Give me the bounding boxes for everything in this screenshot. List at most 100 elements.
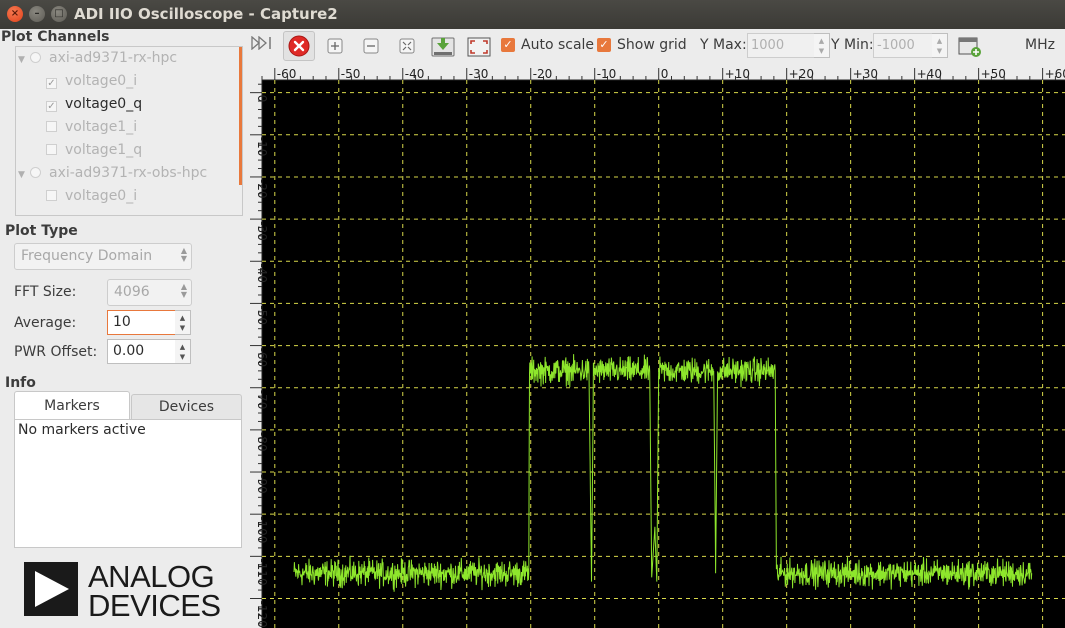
x-tick-label: +20 — [789, 67, 814, 81]
channel-checkbox[interactable] — [46, 144, 57, 155]
markers-info-box: No markers active — [14, 419, 242, 548]
tree-channel-voltage1-i[interactable]: voltage1_i — [46, 116, 137, 138]
zoom-in-button[interactable] — [321, 33, 349, 61]
fft-size-value: 4096 — [114, 284, 150, 300]
maximize-window-button[interactable]: □ — [51, 6, 67, 22]
tree-channel-obs-voltage0-i[interactable]: voltage0_i — [46, 185, 137, 207]
average-stepper[interactable]: ▲ ▼ — [175, 310, 191, 335]
y-tick-label: 0 — [255, 95, 269, 103]
tree-channel-label: voltage0_q — [65, 96, 143, 112]
plot-channels-tree[interactable]: ▼ axi-ad9371-rx-hpc ✓ voltage0_i ✓ voltage0… — [15, 46, 243, 216]
plot-type-heading: Plot Type — [5, 223, 78, 239]
channel-checkbox[interactable]: ✓ — [46, 101, 57, 112]
play-step-icon — [251, 35, 271, 51]
tree-channel-label: voltage0_i — [65, 188, 138, 204]
y-tick-label: -110 — [255, 558, 269, 585]
tab-markers[interactable]: Markers — [14, 391, 130, 420]
updown-icon: ▲ ▼ — [180, 282, 187, 299]
plot-area[interactable]: -60 -50 -40 -30 -20 -10 0 +10 +20 +30 +40 +50 +60 0 -1… — [246, 62, 1065, 628]
minimize-window-button[interactable]: – — [29, 6, 45, 22]
ymin-label: Y Min: — [831, 37, 874, 53]
spectrum-plot[interactable]: -60 -50 -40 -30 -20 -10 0 +10 +20 +30 +40 +50 +60 0 -1… — [246, 62, 1065, 628]
y-tick-label: -10 — [255, 137, 269, 157]
add-plot-icon — [958, 37, 981, 57]
plot-type-value: Frequency Domain — [21, 248, 153, 264]
x-tick-label: 0 — [661, 67, 669, 81]
tree-device-label: axi-ad9371-rx-obs-hpc — [49, 165, 208, 181]
show-grid-checkbox[interactable]: ✓ — [597, 38, 611, 52]
pwr-offset-label: PWR Offset: — [14, 344, 98, 360]
y-tick-label: -120 — [255, 600, 269, 627]
stop-icon — [288, 35, 310, 57]
zoom-fit-icon — [399, 38, 415, 54]
analog-devices-triangle-icon — [24, 562, 78, 616]
x-tick-label: +50 — [981, 67, 1006, 81]
auto-scale-checkbox[interactable]: ✓ — [501, 38, 515, 52]
device-radio[interactable] — [30, 167, 41, 178]
y-tick-label: -40 — [255, 263, 269, 283]
x-tick-label: +40 — [917, 67, 942, 81]
logo-line-1: ANALOG — [88, 559, 215, 594]
expand-arrow-icon[interactable]: ▼ — [18, 164, 30, 186]
plot-type-select[interactable]: Frequency Domain ▲ ▼ — [14, 243, 192, 270]
tree-channel-voltage1-q[interactable]: voltage1_q — [46, 139, 142, 161]
x-tick-label: +10 — [725, 67, 750, 81]
x-tick-label: -40 — [405, 67, 425, 81]
x-tick-label: +30 — [853, 67, 878, 81]
channel-checkbox[interactable] — [46, 190, 57, 201]
y-tick-label: -90 — [255, 474, 269, 494]
tree-device-rx-obs[interactable]: ▼ axi-ad9371-rx-obs-hpc — [18, 162, 207, 184]
x-tick-label: +60 — [1045, 67, 1065, 81]
auto-scale-label: Auto scale — [521, 37, 595, 53]
show-grid-label: Show grid — [617, 37, 687, 53]
channel-checkbox[interactable] — [46, 121, 57, 132]
add-plot-button[interactable] — [956, 33, 984, 61]
step-capture-button[interactable] — [249, 33, 277, 61]
y-tick-label: -60 — [255, 348, 269, 368]
title-bar: × – □ ADI IIO Oscilloscope - Capture2 — [0, 0, 1065, 29]
updown-icon: ▲ ▼ — [180, 246, 187, 263]
average-label: Average: — [14, 315, 77, 331]
save-button[interactable] — [429, 33, 457, 61]
expand-arrow-icon[interactable]: ▼ — [18, 49, 30, 71]
y-tick-label: -30 — [255, 221, 269, 241]
tree-channel-voltage0-q[interactable]: ✓ voltage0_q — [46, 93, 142, 115]
y-tick-label: -50 — [255, 305, 269, 325]
fft-size-label: FFT Size: — [14, 284, 77, 300]
save-icon — [431, 37, 455, 57]
tree-device-rx[interactable]: ▼ axi-ad9371-rx-hpc — [18, 47, 177, 69]
plot-channels-heading: Plot Channels — [1, 29, 110, 45]
zoom-out-icon — [363, 38, 379, 54]
ymin-stepper[interactable]: ▲ ▼ — [932, 33, 948, 58]
ymax-label: Y Max: — [700, 37, 747, 53]
fullscreen-button[interactable] — [465, 33, 493, 61]
plot-background — [262, 80, 1065, 628]
channel-checkbox[interactable]: ✓ — [46, 78, 57, 89]
zoom-fit-button[interactable] — [393, 33, 421, 61]
zoom-out-button[interactable] — [357, 33, 385, 61]
analog-devices-logo: ANALOG DEVICES — [24, 561, 221, 621]
tab-devices[interactable]: Devices — [131, 394, 242, 420]
tree-channel-voltage0-i[interactable]: ✓ voltage0_i — [46, 70, 137, 92]
pwr-offset-input[interactable]: 0.00 — [107, 339, 176, 364]
ymax-input[interactable]: 1000 — [747, 33, 815, 58]
logo-wordmark: ANALOG DEVICES — [88, 559, 221, 623]
fft-size-select[interactable]: 4096 ▲ ▼ — [107, 279, 192, 306]
y-tick-label: -70 — [255, 390, 269, 410]
stop-capture-button[interactable] — [283, 31, 315, 61]
ymin-input[interactable]: -1000 — [873, 33, 933, 58]
markers-status-text: No markers active — [18, 422, 146, 438]
pwr-offset-stepper[interactable]: ▲ ▼ — [175, 339, 191, 364]
tree-scrollbar[interactable] — [239, 47, 242, 185]
device-radio[interactable] — [30, 52, 41, 63]
x-tick-label: -20 — [533, 67, 553, 81]
y-tick-label: -80 — [255, 432, 269, 452]
tree-channel-label: voltage1_i — [65, 119, 138, 135]
zoom-in-icon — [327, 38, 343, 54]
tree-device-label: axi-ad9371-rx-hpc — [49, 50, 178, 66]
logo-line-2: DEVICES — [88, 588, 221, 623]
info-heading: Info — [5, 375, 36, 391]
average-input[interactable]: 10 — [107, 310, 176, 335]
close-window-button[interactable]: × — [7, 6, 23, 22]
ymax-stepper[interactable]: ▲ ▼ — [814, 33, 830, 58]
